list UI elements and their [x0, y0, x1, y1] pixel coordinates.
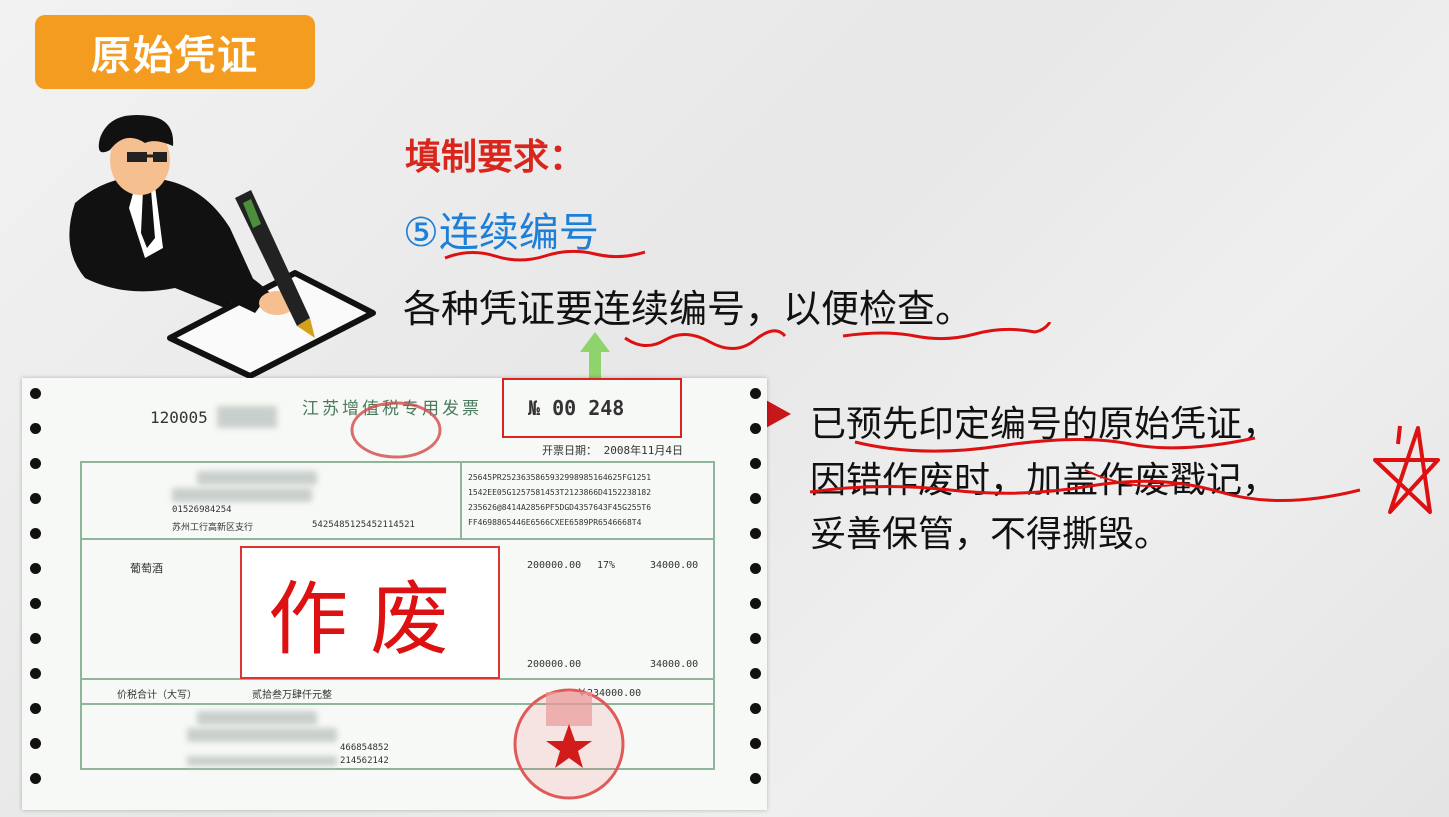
- void-stamp: 作废: [240, 546, 500, 679]
- cipher-line: 1542EE05G1257581453T2123866D4152238182: [468, 488, 652, 497]
- invoice-number-box: № 00 248: [502, 378, 682, 438]
- seller-seal: [513, 688, 625, 800]
- invoice-code: 120005: [150, 408, 208, 427]
- total-words: 贰拾叁万肆仟元整: [252, 690, 332, 701]
- issue-date: 2008年11月4日: [603, 444, 683, 457]
- requirements-heading: 填制要求：: [405, 137, 586, 178]
- invoice-number: 00 248: [552, 396, 625, 420]
- section-title: 原始凭证: [91, 33, 259, 79]
- handwritten-underline-sentence: [624, 322, 1052, 350]
- tax-amount: 34000.00: [650, 560, 699, 571]
- issue-date-row: 开票日期： 2008年11月4日: [542, 442, 683, 458]
- invoice-number-prefix: №: [528, 396, 541, 420]
- total-amount: 200000.00: [527, 659, 582, 670]
- cipher-line: 25645PR2523635865932998985164625FG1251: [468, 473, 652, 482]
- buyer-account: 5425485125452114521: [312, 520, 415, 530]
- issue-date-label: 开票日期：: [542, 444, 597, 457]
- handwritten-underline-title: [444, 249, 646, 262]
- invoice-seal-top: [350, 401, 442, 459]
- section-title-badge: 原始凭证: [35, 15, 315, 89]
- handwritten-annotations: [809, 425, 1440, 514]
- buyer-tax: 01526984254: [172, 505, 232, 515]
- product-name: 葡萄酒: [130, 562, 163, 575]
- total-tax: 34000.00: [650, 659, 699, 670]
- amount: 200000.00: [527, 560, 582, 571]
- businessman-writing-icon: [69, 114, 376, 378]
- buyer-bank: 苏州工行高新区支行: [172, 523, 254, 533]
- cipher-line: 235626@8414A2856PF5DGD4357643F45G255T6: [468, 503, 652, 512]
- item-number: ⑤: [403, 210, 439, 256]
- seller-phone: 466854852: [340, 743, 389, 753]
- invoice-image: 120005 江苏增值税专用发票 开票日期： 2008年11月4日 015269…: [22, 378, 767, 810]
- sentence-part: 各种凭证要: [403, 287, 594, 331]
- invoice-cipher: 25645PR2523635865932998985164625FG1251 1…: [468, 470, 651, 530]
- total-words-label: 价税合计（大写）: [117, 690, 197, 701]
- cipher-line: FF4698865446E6566CXEE6589PR6546668T4: [468, 518, 642, 527]
- seller-account: 214562142: [340, 756, 389, 766]
- tax-rate: 17%: [597, 560, 616, 571]
